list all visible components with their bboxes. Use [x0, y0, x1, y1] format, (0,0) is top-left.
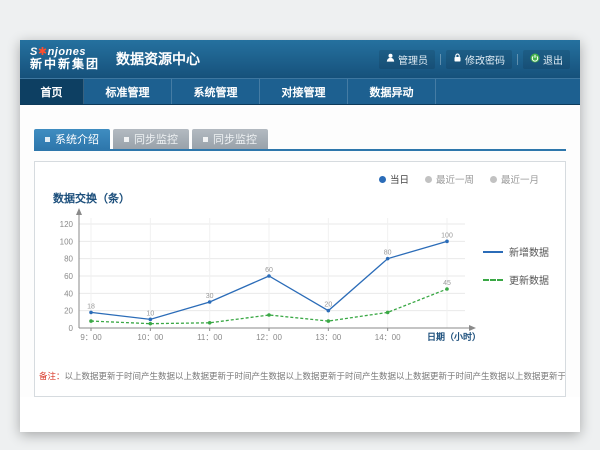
tab-system-intro[interactable]: 系统介绍 [34, 129, 110, 149]
main-content: 系统介绍 同步监控 同步监控 当日 [20, 105, 580, 397]
user-menu-label: 管理员 [398, 52, 428, 67]
change-password-button[interactable]: 修改密码 [446, 50, 512, 69]
app-header: S✱njones 新中新集团 数据资源中心 管理员 修改密码 退出 [20, 40, 580, 78]
legend-new-data: 新增数据 [483, 244, 557, 259]
svg-text:10：00: 10：00 [137, 333, 163, 342]
chart-area: 数据交换（条） 0 20 40 60 80 100 120 9：00 10：00 11：00 12：… [35, 186, 565, 354]
content-panel: 当日 最近一周 最近一月 数据交换（条） 0 20 40 60 80 100 120 9：00… [34, 161, 566, 397]
tab-label: 同步监控 [134, 131, 178, 147]
svg-text:18: 18 [87, 303, 95, 310]
change-password-label: 修改密码 [465, 52, 505, 67]
footnote: 备注：以上数据更新于时间产生数据以上数据更新于时间产生数据以上数据更新于时间产生… [35, 370, 565, 382]
legend-dot-icon [425, 176, 432, 183]
legend-today[interactable]: 当日 [379, 172, 409, 186]
svg-text:120: 120 [60, 220, 74, 229]
app-window: S✱njones 新中新集团 数据资源中心 管理员 修改密码 退出 [20, 40, 580, 432]
svg-text:20: 20 [324, 302, 332, 309]
solid-line-icon [483, 251, 503, 253]
divider [517, 54, 518, 65]
tab-label: 系统介绍 [55, 131, 99, 147]
legend-dot-icon [490, 176, 497, 183]
svg-text:80: 80 [384, 250, 392, 257]
user-icon [386, 53, 395, 65]
legend-last-week[interactable]: 最近一周 [425, 172, 474, 186]
header-actions: 管理员 修改密码 退出 [374, 50, 570, 69]
nav-item-system-mgmt[interactable]: 系统管理 [172, 79, 260, 104]
svg-text:20: 20 [64, 307, 73, 316]
logout-label: 退出 [543, 52, 563, 67]
legend-new-data-label: 新增数据 [509, 244, 549, 259]
footnote-label: 备注： [39, 371, 65, 381]
tab-sync-monitor-2[interactable]: 同步监控 [192, 129, 268, 149]
tab-bar: 系统介绍 同步监控 同步监控 [34, 129, 566, 151]
legend-dot-icon [379, 176, 386, 183]
svg-text:0: 0 [69, 324, 74, 333]
brand-company-name: 新中新集团 [30, 58, 100, 72]
svg-text:100: 100 [441, 232, 453, 239]
svg-text:40: 40 [64, 289, 73, 298]
svg-text:12：00: 12：00 [256, 333, 282, 342]
nav-item-standard-mgmt[interactable]: 标准管理 [84, 79, 172, 104]
tab-icon [124, 137, 129, 142]
svg-text:日期（小时）: 日期（小时） [427, 331, 481, 342]
svg-text:14：00: 14：00 [375, 333, 401, 342]
svg-text:60: 60 [64, 272, 73, 281]
svg-text:60: 60 [265, 267, 273, 274]
user-menu[interactable]: 管理员 [379, 50, 435, 69]
tab-icon [203, 137, 208, 142]
legend-last-week-label: 最近一周 [436, 172, 474, 186]
nav-item-interface-mgmt[interactable]: 对接管理 [260, 79, 348, 104]
svg-text:9：00: 9：00 [80, 333, 102, 342]
series-legend: 新增数据 更新数据 [483, 186, 557, 354]
brand-logo: S✱njones 新中新集团 [30, 46, 100, 72]
svg-text:13：00: 13：00 [315, 333, 341, 342]
brand-star-icon: ✱ [38, 46, 48, 58]
divider [440, 54, 441, 65]
desktop-background: S✱njones 新中新集团 数据资源中心 管理员 修改密码 退出 [0, 0, 600, 450]
main-nav: 首页 标准管理 系统管理 对接管理 数据异动 [20, 78, 580, 105]
nav-item-data-change[interactable]: 数据异动 [348, 79, 436, 104]
legend-last-month-label: 最近一月 [501, 172, 539, 186]
tab-icon [45, 137, 50, 142]
svg-text:80: 80 [64, 255, 73, 264]
legend-today-label: 当日 [390, 172, 409, 186]
svg-text:45: 45 [443, 280, 451, 287]
tab-sync-monitor-1[interactable]: 同步监控 [113, 129, 189, 149]
chart-column: 数据交换（条） 0 20 40 60 80 100 120 9：00 10：00 11：00 12：… [45, 186, 483, 354]
footnote-text: 以上数据更新于时间产生数据以上数据更新于时间产生数据以上数据更新于时间产生数据以… [65, 371, 565, 381]
svg-text:100: 100 [60, 237, 74, 246]
nav-item-home[interactable]: 首页 [20, 79, 84, 104]
legend-updated-data-label: 更新数据 [509, 272, 549, 287]
dashed-line-icon [483, 279, 503, 281]
svg-text:10: 10 [146, 310, 154, 317]
tab-label: 同步监控 [213, 131, 257, 147]
power-icon [530, 53, 540, 66]
svg-text:11：00: 11：00 [197, 333, 223, 342]
logout-button[interactable]: 退出 [523, 50, 570, 69]
page-title: 数据资源中心 [116, 49, 200, 69]
svg-text:30: 30 [206, 293, 214, 300]
legend-updated-data: 更新数据 [483, 272, 557, 287]
line-chart: 0 20 40 60 80 100 120 9：00 10：00 11：00 12：00 13：00 1… [45, 206, 483, 354]
lock-icon [453, 53, 462, 65]
legend-last-month[interactable]: 最近一月 [490, 172, 539, 186]
chart-title: 数据交换（条） [53, 190, 483, 206]
chart-filter-legend: 当日 最近一周 最近一月 [35, 162, 565, 186]
